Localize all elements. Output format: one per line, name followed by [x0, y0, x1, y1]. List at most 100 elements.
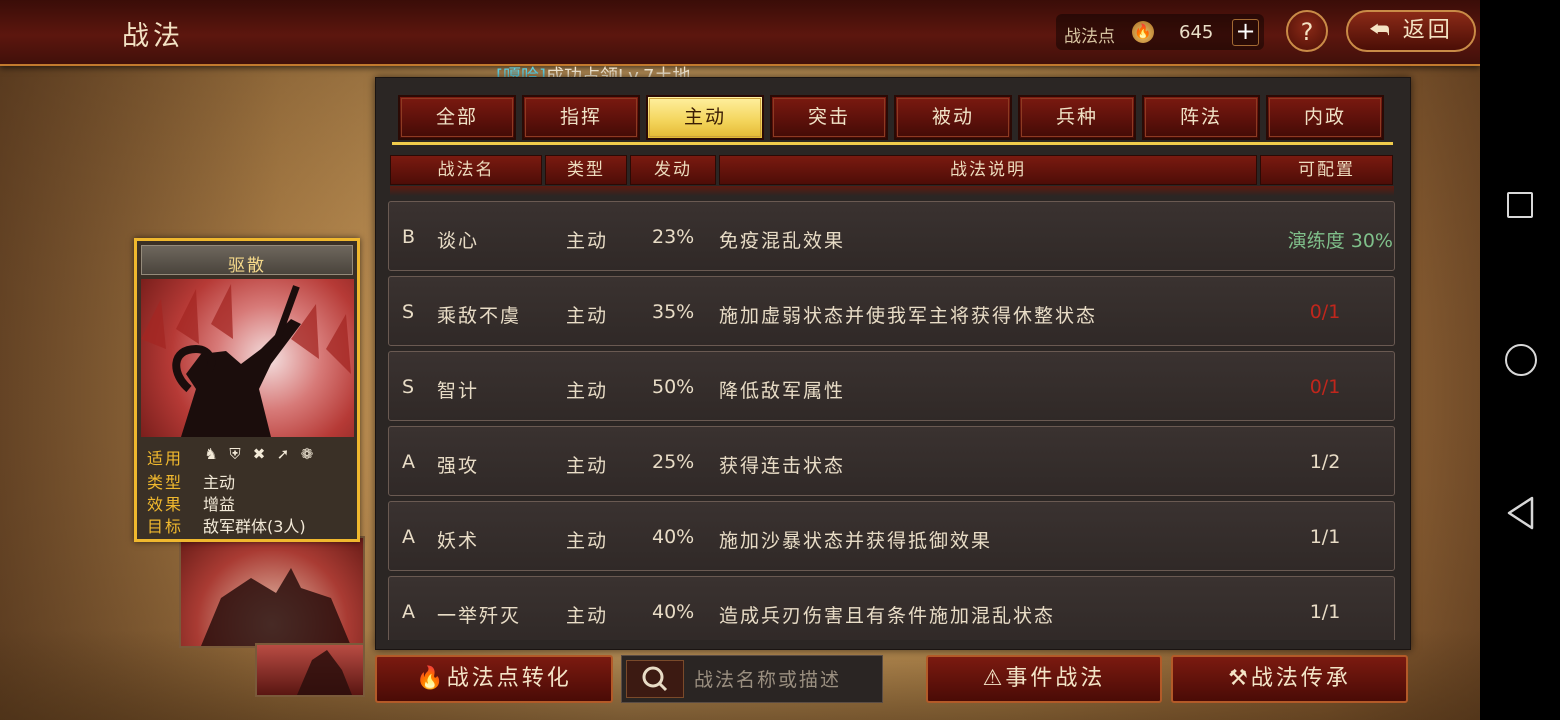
- grade-label: A: [402, 526, 415, 548]
- search-box: [621, 655, 883, 703]
- event-tactics-label: 事件战法: [1005, 666, 1106, 691]
- tab-troop-type[interactable]: 兵种: [1018, 95, 1136, 140]
- top-bar: 战法 战法点 🔥 645 + ? ⮪ 返回: [0, 0, 1480, 66]
- column-header-type[interactable]: 类型: [545, 155, 627, 185]
- trigger-rate: 40%: [652, 526, 695, 548]
- tab-command[interactable]: 指挥: [522, 95, 640, 140]
- trigger-rate: 40%: [652, 601, 695, 623]
- card-info: 适用 ♞ ⛨ ✖ ➚ ❁ 类型 主动 效果 增益 目标 敌军群体(3人): [141, 441, 354, 537]
- tactic-type: 主动: [566, 455, 609, 477]
- tactic-inherit-button[interactable]: ⚒战法传承: [1171, 655, 1408, 703]
- event-tactics-button[interactable]: ⚠事件战法: [926, 655, 1162, 703]
- table-row[interactable]: A 强攻 主动 25% 获得连击状态 1/2: [388, 426, 1395, 496]
- card-title-bar: 驱散: [141, 245, 353, 276]
- applicable-label: 适用: [147, 449, 184, 468]
- grade-label: A: [402, 601, 415, 623]
- recent-apps-icon[interactable]: [1507, 192, 1533, 218]
- tab-internal-affairs[interactable]: 内政: [1266, 95, 1384, 140]
- effect-label: 效果: [147, 495, 184, 514]
- card-target-row: 目标 敌军群体(3人): [147, 513, 306, 537]
- table-row[interactable]: S 智计 主动 50% 降低敌军属性 0/1: [388, 351, 1395, 421]
- card-type-row: 类型 主动: [147, 469, 235, 493]
- config-status: 0/1: [1309, 301, 1341, 323]
- effect-value: 增益: [203, 495, 236, 514]
- fire-coin-icon: 🔥: [1132, 21, 1154, 43]
- trigger-rate: 25%: [652, 451, 695, 473]
- tactic-description: 免疫混乱效果: [719, 230, 846, 252]
- tactic-card-stack-back[interactable]: [255, 643, 365, 697]
- config-status: 1/2: [1309, 451, 1341, 473]
- unit-icons: ♞ ⛨ ✖ ➚ ❁: [203, 446, 315, 462]
- tactic-name: 一举歼灭: [437, 605, 522, 627]
- table-row[interactable]: A 一举歼灭 主动 40% 造成兵刃伤害且有条件施加混乱状态 1/1: [388, 576, 1395, 640]
- search-icon: [642, 666, 668, 692]
- tactic-name: 妖术: [437, 530, 480, 552]
- add-points-button[interactable]: +: [1232, 19, 1259, 46]
- tactic-type: 主动: [566, 380, 609, 402]
- tactics-list[interactable]: B 谈心 主动 23% 免疫混乱效果 演练度 30% S 乘敌不虞 主动 35%…: [388, 197, 1398, 640]
- back-button-label: 返回: [1402, 18, 1453, 43]
- card-artwork: [141, 279, 354, 437]
- config-status: 演练度 30%: [1287, 230, 1393, 252]
- column-header-name[interactable]: 战法名: [390, 155, 542, 185]
- card-effect-row: 效果 增益: [147, 491, 235, 515]
- column-header-config[interactable]: 可配置: [1260, 155, 1393, 185]
- tactic-inherit-label: 战法传承: [1250, 666, 1351, 691]
- grade-label: B: [402, 226, 416, 248]
- shield-icon: ⛨: [229, 445, 241, 463]
- tab-formation[interactable]: 阵法: [1142, 95, 1260, 140]
- category-tabs: 全部 指挥 主动 突击 被动 兵种 阵法 内政: [398, 95, 1392, 143]
- table-row[interactable]: B 谈心 主动 23% 免疫混乱效果 演练度 30%: [388, 201, 1395, 271]
- tactic-detail-card[interactable]: 驱散 适用 ♞ ⛨ ✖ ➚ ❁ 类型 主动 效果 增益 目标 敌军群体(3人): [134, 238, 360, 542]
- spear-icon: ➚: [276, 445, 290, 463]
- system-nav-bar: [1480, 0, 1560, 720]
- column-header-description: 战法说明: [719, 155, 1257, 185]
- hammer-icon: ⚒: [1228, 666, 1251, 691]
- trigger-rate: 23%: [652, 226, 695, 248]
- soldier-art: [297, 650, 352, 695]
- column-header-rate[interactable]: 发动: [630, 155, 716, 185]
- tab-assault[interactable]: 突击: [770, 95, 888, 140]
- home-icon[interactable]: [1505, 344, 1537, 376]
- back-arrow-icon: ⮪: [1369, 18, 1393, 43]
- tactic-description: 降低敌军属性: [719, 380, 846, 402]
- tab-passive[interactable]: 被动: [894, 95, 1012, 140]
- card-applicable-row: 适用 ♞ ⛨ ✖ ➚ ❁: [147, 445, 313, 469]
- tab-active[interactable]: 主动: [646, 95, 764, 140]
- tab-all[interactable]: 全部: [398, 95, 516, 140]
- tactic-name: 强攻: [437, 455, 480, 477]
- tactic-description: 造成兵刃伤害且有条件施加混乱状态: [719, 605, 1056, 627]
- tactic-description: 施加沙暴状态并获得抵御效果: [719, 530, 993, 552]
- tactic-name: 乘敌不虞: [437, 305, 522, 327]
- tactic-points-value: 645: [1179, 22, 1214, 43]
- grade-label: S: [402, 301, 415, 323]
- tactic-card-stack[interactable]: [179, 536, 365, 648]
- page-title: 战法: [122, 21, 184, 52]
- target-value: 敌军群体(3人): [203, 517, 306, 536]
- tactic-description: 获得连击状态: [719, 455, 846, 477]
- back-button[interactable]: ⮪ 返回: [1346, 10, 1476, 52]
- type-label: 类型: [147, 473, 184, 492]
- tactic-type: 主动: [566, 305, 609, 327]
- help-button[interactable]: ?: [1286, 10, 1328, 52]
- table-row[interactable]: A 妖术 主动 40% 施加沙暴状态并获得抵御效果 1/1: [388, 501, 1395, 571]
- convert-points-label: 战法点转化: [446, 666, 572, 691]
- horseman-art: [201, 568, 351, 646]
- tactic-description: 施加虚弱状态并使我军主将获得休整状态: [719, 305, 1098, 327]
- wheel-icon: ❁: [300, 445, 314, 463]
- tactic-points-box: 战法点 🔥 645 +: [1056, 14, 1264, 50]
- convert-points-button[interactable]: 🔥战法点转化: [375, 655, 613, 703]
- warrior-silhouette-art: [141, 284, 351, 437]
- search-button[interactable]: [626, 660, 684, 698]
- cavalry-icon: ♞: [204, 445, 218, 463]
- fire-coin-icon: 🔥: [416, 666, 447, 691]
- crossbow-icon: ✖: [252, 445, 266, 463]
- config-status: 0/1: [1309, 376, 1341, 398]
- table-row[interactable]: S 乘敌不虞 主动 35% 施加虚弱状态并使我军主将获得休整状态 0/1: [388, 276, 1395, 346]
- type-value: 主动: [203, 473, 236, 492]
- config-status: 1/1: [1309, 601, 1341, 623]
- trigger-rate: 35%: [652, 301, 695, 323]
- card-title: 驱散: [228, 256, 266, 276]
- search-input[interactable]: [692, 664, 881, 696]
- back-triangle-icon[interactable]: [1506, 496, 1536, 530]
